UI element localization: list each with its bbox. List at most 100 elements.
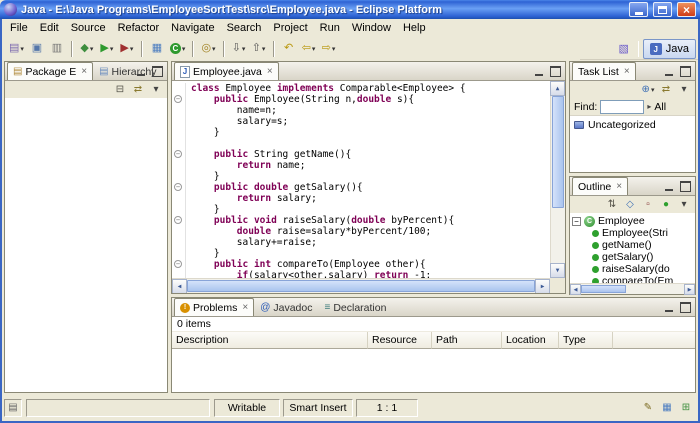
code-line[interactable]: } bbox=[172, 204, 550, 215]
fold-marker[interactable]: − bbox=[172, 259, 186, 270]
run-button[interactable]: ▶▾ bbox=[97, 39, 117, 59]
open-perspective-button[interactable]: ▧ bbox=[614, 39, 634, 59]
minimize-view-button[interactable] bbox=[531, 65, 546, 78]
synchronize-button[interactable]: ⇄ bbox=[658, 82, 674, 98]
debug-button[interactable]: ◆▾ bbox=[77, 39, 97, 59]
view-tab-outline[interactable]: Outline× bbox=[572, 177, 628, 195]
new-java-class-button[interactable]: C▾ bbox=[167, 39, 189, 59]
fast-view-bar[interactable]: ▤ bbox=[4, 399, 22, 417]
minimize-button[interactable] bbox=[629, 2, 648, 17]
code-line[interactable]: double raise=salary*byPercent/100; bbox=[172, 226, 550, 237]
view-tab-declaration[interactable]: ≡Declaration bbox=[318, 298, 392, 316]
java-perspective-button[interactable]: J Java bbox=[643, 39, 696, 59]
view-menu-button[interactable]: ▾ bbox=[148, 82, 164, 98]
outline-content[interactable]: −CEmployeeEmployee(StrigetName()getSalar… bbox=[570, 213, 695, 283]
menu-help[interactable]: Help bbox=[397, 21, 432, 35]
hide-fields-button[interactable]: ◇ bbox=[622, 197, 638, 213]
horizontal-scroll-thumb[interactable] bbox=[187, 280, 535, 292]
code-line[interactable]: if(salary<other.salary) return -1; bbox=[172, 270, 550, 278]
previous-annotation-button[interactable]: ⇧▾ bbox=[249, 39, 269, 59]
collapse-fold-icon[interactable]: − bbox=[174, 183, 182, 191]
sort-button[interactable]: ⇅ bbox=[604, 197, 620, 213]
column-header-path[interactable]: Path bbox=[432, 332, 502, 349]
close-tab-icon[interactable]: × bbox=[81, 66, 87, 77]
scroll-up-icon[interactable]: ▲ bbox=[550, 81, 565, 96]
collapse-fold-icon[interactable]: − bbox=[174, 216, 182, 224]
view-tab-task-list[interactable]: Task List× bbox=[572, 62, 636, 80]
close-tab-icon[interactable]: × bbox=[624, 66, 630, 77]
code-line[interactable]: − public double getSalary(){ bbox=[172, 182, 550, 193]
menu-navigate[interactable]: Navigate bbox=[165, 21, 220, 35]
maximize-button[interactable] bbox=[653, 2, 672, 17]
view-menu-button[interactable]: ▾ bbox=[676, 82, 692, 98]
maximize-view-button[interactable] bbox=[678, 65, 693, 78]
outline-node-employee[interactable]: −CEmployee bbox=[572, 215, 693, 227]
tasklist-content[interactable]: Uncategorized bbox=[570, 116, 695, 172]
code-line[interactable]: } bbox=[172, 171, 550, 182]
outline-node[interactable]: compareTo(Em bbox=[572, 275, 693, 283]
menu-window[interactable]: Window bbox=[346, 21, 397, 35]
new-task-button[interactable]: ⊕▾ bbox=[640, 82, 656, 98]
save-button[interactable]: ▣ bbox=[27, 39, 47, 59]
scroll-right-icon[interactable]: ▶ bbox=[535, 279, 550, 293]
menu-source[interactable]: Source bbox=[65, 21, 112, 35]
maximize-view-button[interactable] bbox=[548, 65, 563, 78]
code-line[interactable]: class Employee implements Comparable<Emp… bbox=[172, 83, 550, 94]
editor-code[interactable]: class Employee implements Comparable<Emp… bbox=[172, 83, 550, 278]
status-trim-a-button[interactable]: ✎ bbox=[640, 400, 656, 416]
fold-marker[interactable]: − bbox=[172, 182, 186, 193]
code-line[interactable]: − public void raiseSalary(double byPerce… bbox=[172, 215, 550, 226]
maximize-view-button[interactable] bbox=[678, 301, 693, 314]
close-tab-icon[interactable]: × bbox=[616, 181, 622, 192]
code-line[interactable] bbox=[172, 138, 550, 149]
code-line[interactable]: salary=s; bbox=[172, 116, 550, 127]
scroll-left-icon[interactable]: ◀ bbox=[570, 284, 581, 295]
problems-content[interactable] bbox=[172, 349, 695, 392]
new-java-project-button[interactable]: ▦ bbox=[147, 39, 167, 59]
vertical-scroll-thumb[interactable] bbox=[552, 96, 564, 208]
find-input[interactable] bbox=[600, 100, 644, 114]
column-header-resource[interactable]: Resource bbox=[368, 332, 432, 349]
outline-horizontal-scrollbar[interactable]: ◀ ▶ bbox=[570, 283, 695, 294]
maximize-view-button[interactable] bbox=[150, 65, 165, 78]
column-header-description[interactable]: Description bbox=[172, 332, 368, 349]
next-annotation-button[interactable]: ⇩▾ bbox=[229, 39, 249, 59]
close-tab-icon[interactable]: × bbox=[267, 66, 273, 77]
minimize-view-button[interactable] bbox=[661, 180, 676, 193]
collapse-fold-icon[interactable]: − bbox=[174, 95, 182, 103]
scroll-right-icon[interactable]: ▶ bbox=[684, 284, 695, 295]
search-button[interactable]: ◎▾ bbox=[198, 39, 218, 59]
minimize-view-button[interactable] bbox=[661, 301, 676, 314]
fold-marker[interactable]: − bbox=[172, 215, 186, 226]
scope-all-label[interactable]: All bbox=[654, 101, 666, 113]
menu-edit[interactable]: Edit bbox=[34, 21, 65, 35]
maximize-view-button[interactable] bbox=[678, 180, 693, 193]
tree-expander-icon[interactable]: − bbox=[572, 217, 581, 226]
scope-arrow-icon[interactable]: ▸ bbox=[647, 102, 651, 111]
back-button[interactable]: ⇦▾ bbox=[299, 39, 319, 59]
hide-static-members-button[interactable]: ▫ bbox=[640, 197, 656, 213]
editor-horizontal-scrollbar[interactable]: ◀ ▶ bbox=[172, 278, 550, 293]
link-with-editor-button[interactable]: ⇄ bbox=[130, 82, 146, 98]
hide-non-public-members-button[interactable]: ● bbox=[658, 197, 674, 213]
status-trim-b-button[interactable]: ▦ bbox=[659, 400, 675, 416]
outline-node[interactable]: getName() bbox=[572, 239, 693, 251]
package-explorer-content[interactable] bbox=[5, 98, 167, 392]
menu-project[interactable]: Project bbox=[267, 21, 313, 35]
scroll-down-icon[interactable]: ▼ bbox=[550, 263, 565, 278]
code-line[interactable]: } bbox=[172, 248, 550, 259]
close-tab-icon[interactable]: × bbox=[242, 302, 248, 313]
code-line[interactable]: − public int compareTo(Employee other){ bbox=[172, 259, 550, 270]
collapse-fold-icon[interactable]: − bbox=[174, 260, 182, 268]
code-line[interactable]: name=n; bbox=[172, 105, 550, 116]
menu-file[interactable]: File bbox=[4, 21, 34, 35]
column-header-type[interactable]: Type bbox=[559, 332, 613, 349]
task-category-row[interactable]: Uncategorized bbox=[570, 116, 695, 134]
code-line[interactable]: return name; bbox=[172, 160, 550, 171]
minimize-view-button[interactable] bbox=[133, 65, 148, 78]
menu-refactor[interactable]: Refactor bbox=[112, 21, 166, 35]
last-edit-location-button[interactable]: ↶ bbox=[279, 39, 299, 59]
minimize-view-button[interactable] bbox=[661, 65, 676, 78]
view-menu-button[interactable]: ▾ bbox=[676, 197, 692, 213]
collapse-all-button[interactable]: ⊟ bbox=[112, 82, 128, 98]
